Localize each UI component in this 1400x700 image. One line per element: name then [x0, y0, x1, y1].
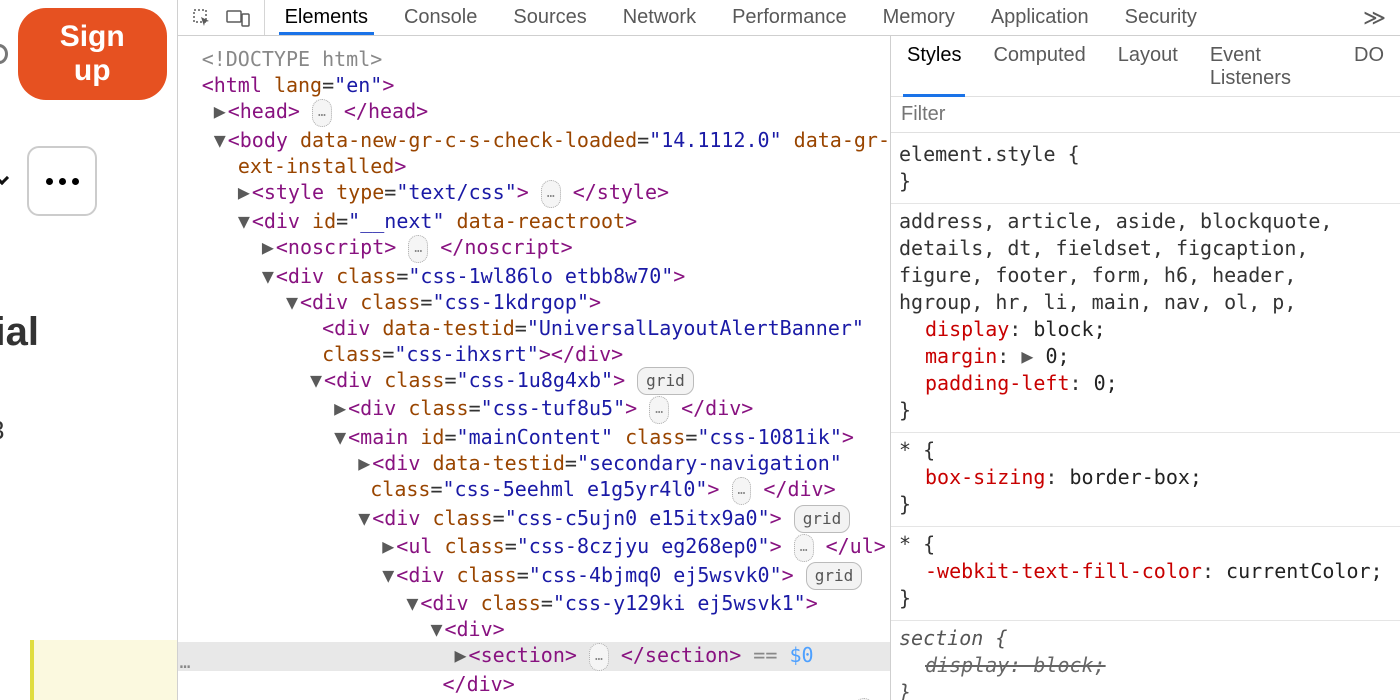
tab-console[interactable]: Console: [404, 6, 477, 29]
tab-application[interactable]: Application: [991, 6, 1089, 29]
rule-selector[interactable]: address, article, aside, blockquote, det…: [899, 208, 1392, 316]
styles-pane: Styles Computed Layout Event Listeners D…: [890, 36, 1400, 700]
styles-subtabs: Styles Computed Layout Event Listeners D…: [891, 36, 1400, 97]
more-tabs-icon[interactable]: ≫: [1363, 5, 1400, 31]
styles-filter-input[interactable]: [901, 103, 1390, 126]
selected-dom-node[interactable]: ▶<section> … </section> == $0: [178, 642, 890, 671]
devtools-panel: Elements Console Sources Network Perform…: [178, 0, 1400, 700]
tab-performance[interactable]: Performance: [732, 6, 847, 29]
grid-badge[interactable]: grid: [806, 562, 863, 590]
subtab-styles[interactable]: Styles: [907, 44, 961, 90]
devtools-top-bar: Elements Console Sources Network Perform…: [178, 0, 1400, 36]
tab-elements[interactable]: Elements: [285, 6, 368, 29]
tab-memory[interactable]: Memory: [883, 6, 955, 29]
dom-tree-pane[interactable]: … <!DOCTYPE html> <html lang="en"> ▶<hea…: [178, 36, 890, 700]
gutter-ellipsis-icon: …: [180, 650, 191, 676]
subtab-event-listeners[interactable]: Event Listeners: [1210, 44, 1322, 90]
dot-icon: [72, 178, 79, 185]
dom-doctype[interactable]: <!DOCTYPE html>: [202, 47, 383, 71]
device-toggle-icon[interactable]: [226, 8, 250, 28]
grid-badge[interactable]: grid: [794, 505, 851, 533]
chevron-down-icon: [0, 171, 9, 185]
loading-circle-icon: [0, 44, 8, 64]
tab-sources[interactable]: Sources: [513, 6, 586, 29]
inspect-icon[interactable]: [192, 8, 212, 28]
subtab-computed[interactable]: Computed: [993, 44, 1085, 90]
underlying-page-left: Sign up ier o artificial 3: [0, 0, 178, 700]
more-button[interactable]: [27, 146, 97, 216]
grid-badge[interactable]: grid: [637, 367, 694, 395]
signup-button[interactable]: Sign up: [18, 8, 167, 100]
rule-selector[interactable]: * {: [899, 437, 1392, 464]
rule-selector[interactable]: element.style {: [899, 141, 1392, 168]
headline-fragment: o artificial: [0, 310, 167, 355]
rule-selector[interactable]: * {: [899, 531, 1392, 558]
dot-icon: [46, 178, 53, 185]
css-rules-list[interactable]: element.style { } address, article, asid…: [891, 133, 1400, 700]
devtools-tabs: Elements Console Sources Network Perform…: [265, 0, 1363, 35]
digit-fragment: 3: [0, 415, 167, 446]
dropdown-fragment[interactable]: ier: [0, 165, 7, 197]
rule-selector[interactable]: section {: [899, 625, 1392, 652]
tab-network[interactable]: Network: [623, 6, 696, 29]
tab-security[interactable]: Security: [1125, 6, 1197, 29]
subtab-dom-more[interactable]: DO: [1354, 44, 1384, 90]
highlight-block: [30, 640, 178, 700]
subtab-layout[interactable]: Layout: [1118, 44, 1178, 90]
dot-icon: [59, 178, 66, 185]
